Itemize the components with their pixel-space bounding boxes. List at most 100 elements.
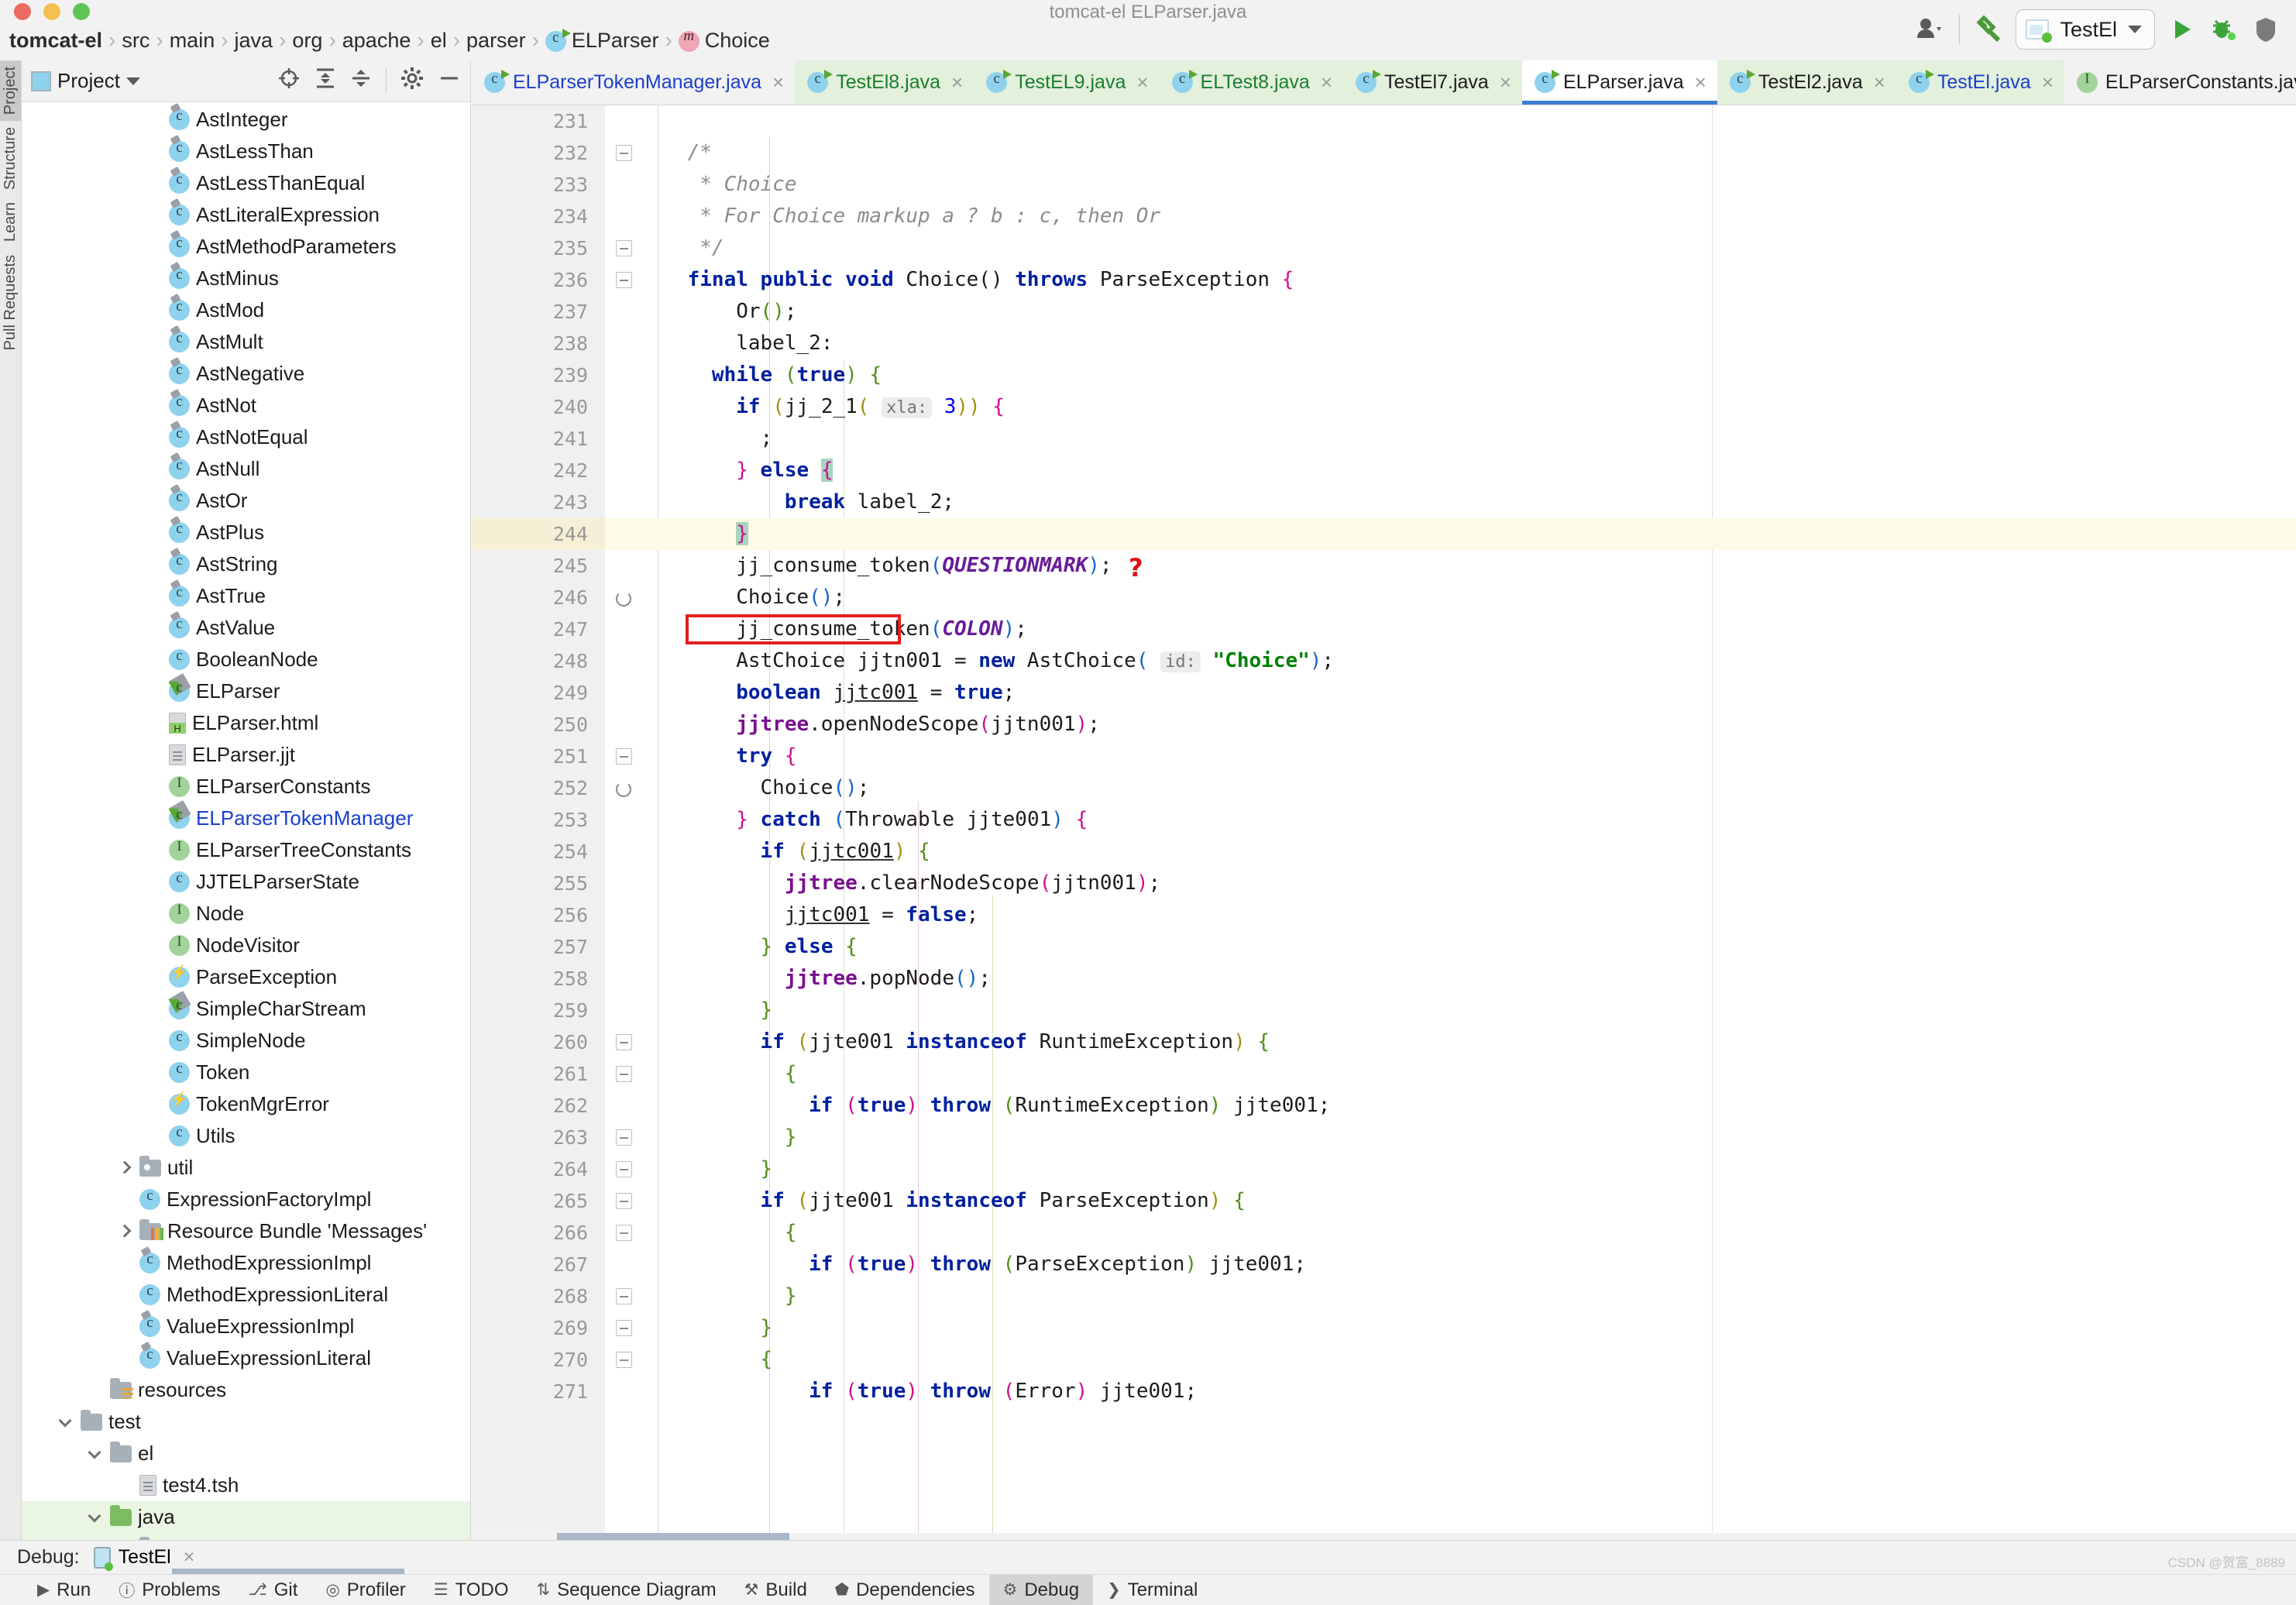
gutter-row[interactable]: 259 bbox=[472, 995, 605, 1026]
tree-node-astvalue[interactable]: AstValue bbox=[22, 612, 470, 644]
editor-tab-elparserconstants-java[interactable]: ELParserConstants.java× bbox=[2064, 60, 2296, 105]
gutter-row[interactable]: 257 bbox=[472, 931, 605, 963]
method-override-icon[interactable] bbox=[616, 591, 631, 607]
code-row[interactable]: jjtree.clearNodeScope(jjtn001); bbox=[639, 868, 2296, 899]
code-row[interactable]: /* bbox=[639, 137, 2296, 169]
fold-row[interactable] bbox=[605, 963, 639, 995]
project-tree[interactable]: AstInteger AstLessThan AstLessThanEqual Ast… bbox=[22, 102, 470, 1540]
tree-node-astnot[interactable]: AstNot bbox=[22, 390, 470, 421]
code-row[interactable]: } bbox=[639, 1153, 2296, 1185]
code-row[interactable]: } bbox=[639, 1280, 2296, 1312]
gutter-row[interactable]: 242 bbox=[472, 455, 605, 486]
fold-row[interactable] bbox=[605, 486, 639, 518]
code-row[interactable]: Or(); bbox=[639, 296, 2296, 328]
fold-toggle-icon[interactable] bbox=[616, 1344, 633, 1376]
fold-row[interactable] bbox=[605, 931, 639, 963]
code-row[interactable]: jj_consume_token(QUESTIONMARK); bbox=[639, 550, 2296, 582]
code-row[interactable]: } bbox=[639, 995, 2296, 1026]
chevron-down-icon[interactable] bbox=[125, 77, 140, 85]
gutter-row[interactable]: 271 bbox=[472, 1376, 605, 1407]
gutter-row[interactable]: 269 bbox=[472, 1312, 605, 1344]
code-row[interactable]: final public void Choice() throws ParseE… bbox=[639, 264, 2296, 296]
tree-node-elparser-html[interactable]: ELParser.html bbox=[22, 707, 470, 739]
code-row[interactable]: label_2: bbox=[639, 328, 2296, 359]
tree-node-aststring[interactable]: AstString bbox=[22, 548, 470, 580]
code-row[interactable]: ; bbox=[639, 423, 2296, 455]
rail-item-project[interactable]: Project bbox=[0, 60, 21, 122]
status-bar-item-profiler[interactable]: ◎ Profiler bbox=[311, 1575, 419, 1605]
tree-node-simplenode[interactable]: SimpleNode bbox=[22, 1025, 470, 1057]
fold-row[interactable] bbox=[605, 804, 639, 836]
gutter-row[interactable]: 270 bbox=[472, 1344, 605, 1376]
tree-node-el[interactable]: el bbox=[22, 1438, 470, 1469]
fold-row[interactable] bbox=[605, 868, 639, 899]
status-bar-item-sequence-diagram[interactable]: ⇅ Sequence Diagram bbox=[523, 1575, 730, 1605]
fold-row[interactable] bbox=[605, 772, 639, 804]
fold-toggle-icon[interactable] bbox=[616, 1153, 633, 1185]
fold-row[interactable] bbox=[605, 677, 639, 709]
gutter-row[interactable]: 255 bbox=[472, 868, 605, 899]
close-icon[interactable]: × bbox=[1874, 70, 1885, 95]
tree-node-java[interactable]: java bbox=[22, 1501, 470, 1533]
fold-row[interactable] bbox=[605, 1090, 639, 1122]
fold-row[interactable] bbox=[605, 899, 639, 931]
fold-row[interactable] bbox=[605, 423, 639, 455]
fold-row[interactable] bbox=[605, 201, 639, 232]
code-row[interactable]: } catch (Throwable jjte001) { bbox=[639, 804, 2296, 836]
hammer-icon[interactable] bbox=[1968, 8, 2009, 51]
tree-node-elparser-jjt[interactable]: ELParser.jjt bbox=[22, 739, 470, 771]
tree-node-astnull[interactable]: AstNull bbox=[22, 453, 470, 485]
status-bar-item-dependencies[interactable]: ⬟ Dependencies bbox=[821, 1575, 989, 1605]
fold-toggle-icon[interactable] bbox=[616, 137, 633, 169]
status-bar-item-todo[interactable]: ☰ TODO bbox=[420, 1575, 523, 1605]
breadcrumb-item-choice[interactable]: Choice bbox=[675, 28, 773, 53]
fold-row[interactable] bbox=[605, 613, 639, 645]
gutter-row[interactable]: 250 bbox=[472, 709, 605, 741]
gutter-row[interactable]: 241 bbox=[472, 423, 605, 455]
gutter-row[interactable]: 267 bbox=[472, 1249, 605, 1280]
code-row[interactable]: { bbox=[639, 1058, 2296, 1090]
tree-node-elparser[interactable]: ELParser bbox=[22, 675, 470, 707]
gutter-row[interactable]: 233 bbox=[472, 169, 605, 201]
code-row[interactable]: break label_2; bbox=[639, 486, 2296, 518]
code-row[interactable]: if (jjtc001) { bbox=[639, 836, 2296, 868]
tree-node-astnotequal[interactable]: AstNotEqual bbox=[22, 421, 470, 453]
debug-icon[interactable] bbox=[2203, 8, 2245, 51]
close-icon[interactable]: × bbox=[2042, 70, 2054, 95]
fold-row[interactable] bbox=[605, 1153, 639, 1185]
gutter-row[interactable]: 252 bbox=[472, 772, 605, 804]
breadcrumb-item-main[interactable]: main bbox=[167, 29, 218, 53]
gutter-row[interactable]: 247 bbox=[472, 613, 605, 645]
editor-tab-testel-java[interactable]: TestEl.java × bbox=[1896, 60, 2064, 105]
tree-node-test4-tsh[interactable]: test4.tsh bbox=[22, 1469, 470, 1501]
code-row[interactable]: try { bbox=[639, 741, 2296, 772]
fold-row[interactable] bbox=[605, 1376, 639, 1407]
tree-node-node[interactable]: Node bbox=[22, 898, 470, 930]
status-bar-item-build[interactable]: ⚒ Build bbox=[730, 1575, 821, 1605]
gutter-row[interactable]: 244 bbox=[472, 518, 605, 550]
code-row[interactable]: } bbox=[639, 1122, 2296, 1153]
code-row[interactable]: AstChoice jjtn001 = new AstChoice( id: "… bbox=[639, 645, 2296, 677]
close-icon[interactable]: × bbox=[184, 1546, 195, 1569]
tree-node-astlessthan[interactable]: AstLessThan bbox=[22, 136, 470, 167]
fold-row[interactable] bbox=[605, 264, 639, 296]
fold-row[interactable] bbox=[605, 1122, 639, 1153]
breadcrumb-item-org[interactable]: org bbox=[289, 29, 325, 53]
fold-toggle-icon[interactable] bbox=[616, 1185, 633, 1217]
code-row[interactable]: jjtree.popNode(); bbox=[639, 963, 2296, 995]
tree-node-valueexpressionliteral[interactable]: ValueExpressionLiteral bbox=[22, 1342, 470, 1374]
tree-node-expressionfactoryimpl[interactable]: ExpressionFactoryImpl bbox=[22, 1184, 470, 1215]
tree-node-simplecharstream[interactable]: SimpleCharStream bbox=[22, 993, 470, 1025]
gutter-row[interactable]: 240 bbox=[472, 391, 605, 423]
fold-row[interactable] bbox=[605, 455, 639, 486]
fold-row[interactable] bbox=[605, 518, 639, 550]
code-row[interactable]: if (true) throw (RuntimeException) jjte0… bbox=[639, 1090, 2296, 1122]
gutter-row[interactable]: 256 bbox=[472, 899, 605, 931]
gutter-row[interactable]: 265 bbox=[472, 1185, 605, 1217]
tree-node-asttrue[interactable]: AstTrue bbox=[22, 580, 470, 612]
fold-row[interactable] bbox=[605, 1026, 639, 1058]
tree-node-astmod[interactable]: AstMod bbox=[22, 294, 470, 326]
chevron-down-icon[interactable] bbox=[57, 1414, 74, 1431]
tree-node-astlessthanequal[interactable]: AstLessThanEqual bbox=[22, 167, 470, 199]
fold-toggle-icon[interactable] bbox=[616, 232, 633, 264]
